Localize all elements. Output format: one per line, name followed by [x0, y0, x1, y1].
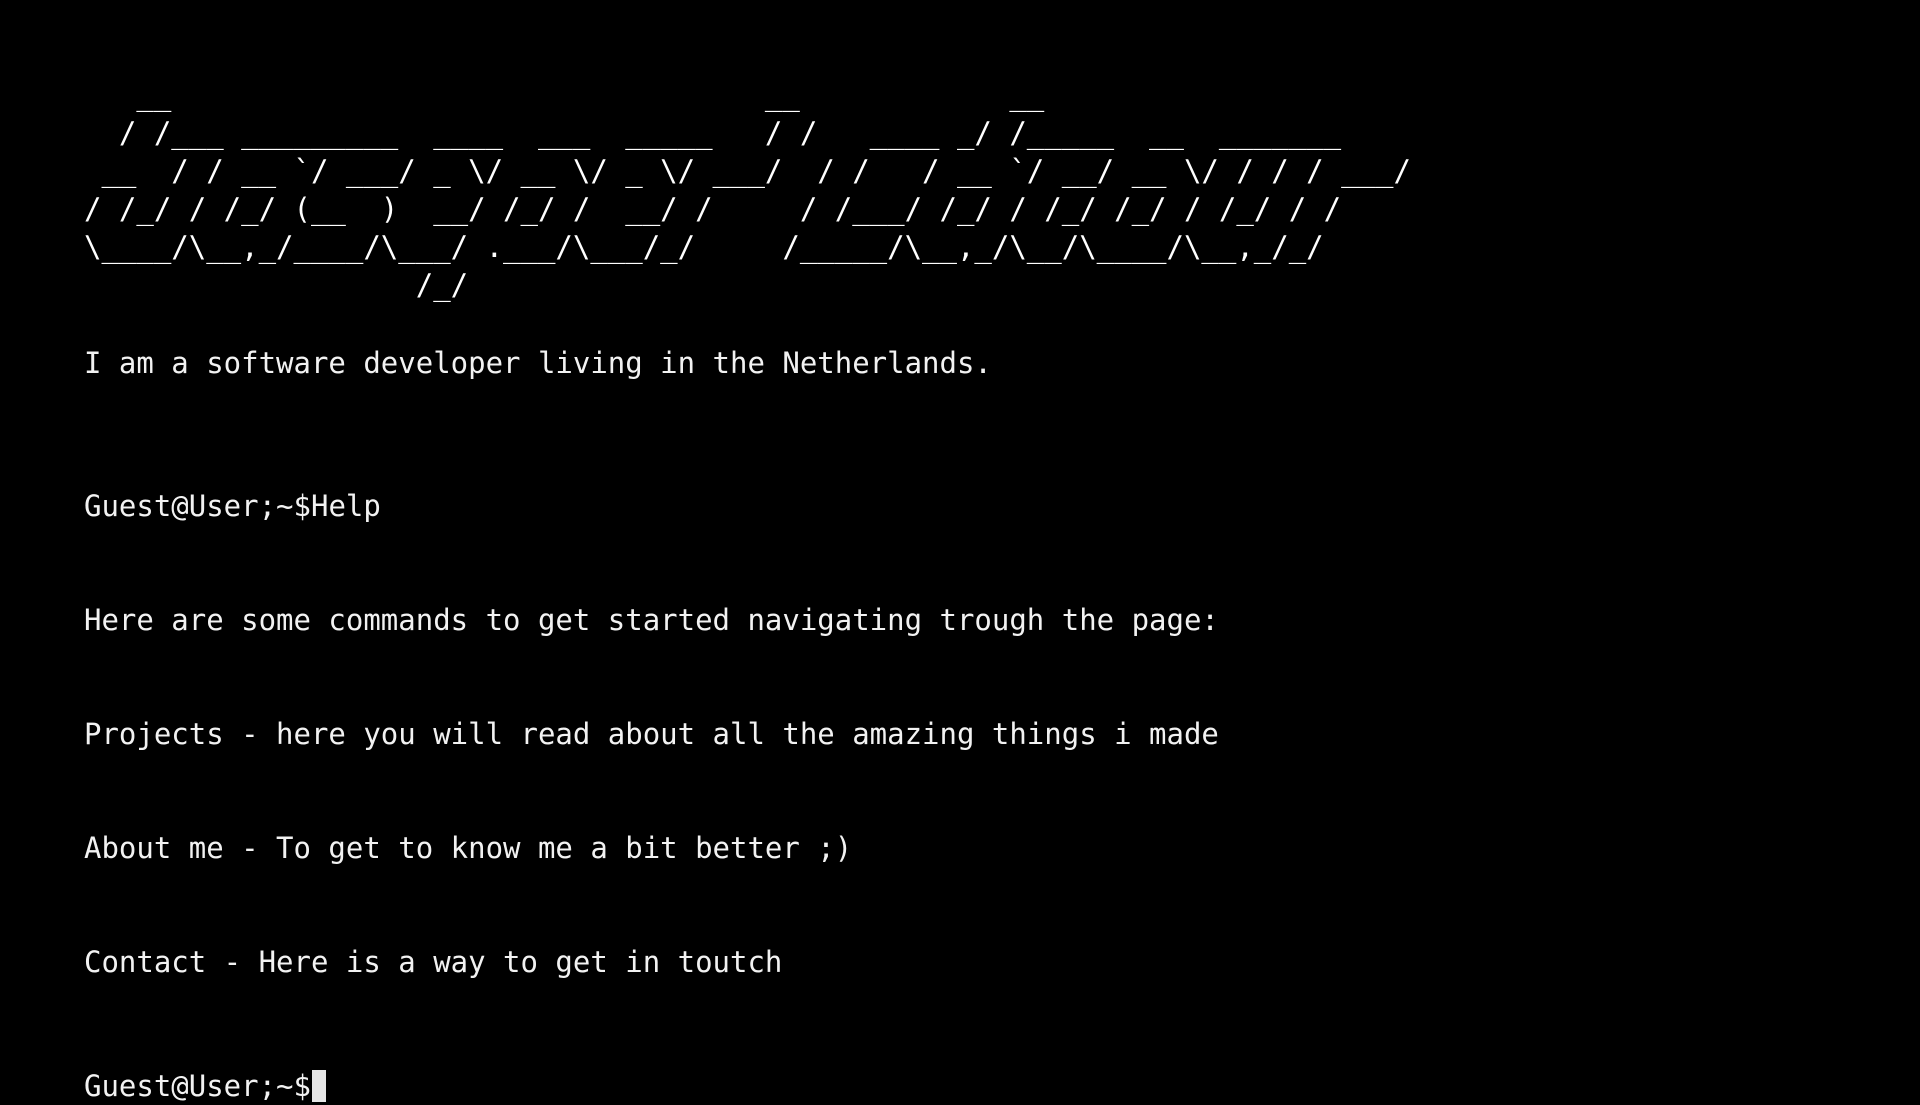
active-prompt-line[interactable]: Guest@User;~$ — [84, 1067, 1874, 1105]
text-cursor — [311, 1070, 326, 1102]
history-prompt: Guest@User;~$ — [84, 489, 311, 523]
history-command: Help — [310, 489, 381, 523]
help-output-about-me: About me - To get to know me a bit bette… — [84, 831, 853, 865]
history-command-line: Guest@User;~$Help — [84, 487, 1874, 525]
help-output-contact: Contact - Here is a way to get in toutch — [84, 945, 783, 979]
help-output-line: Here are some commands to get started na… — [84, 603, 1219, 637]
active-prompt: Guest@User;~$ — [84, 1069, 311, 1103]
ascii-name-banner: __ __ __ / /___ _________ ____ ___ _____… — [84, 78, 1411, 302]
intro-text: I am a software developer living in the … — [84, 346, 992, 380]
terminal-window: __ __ __ / /___ _________ ____ ___ _____… — [84, 76, 1874, 1105]
command-history: Guest@User;~$Help Here are some commands… — [84, 411, 1874, 1057]
help-output-projects: Projects - here you will read about all … — [84, 717, 1219, 751]
